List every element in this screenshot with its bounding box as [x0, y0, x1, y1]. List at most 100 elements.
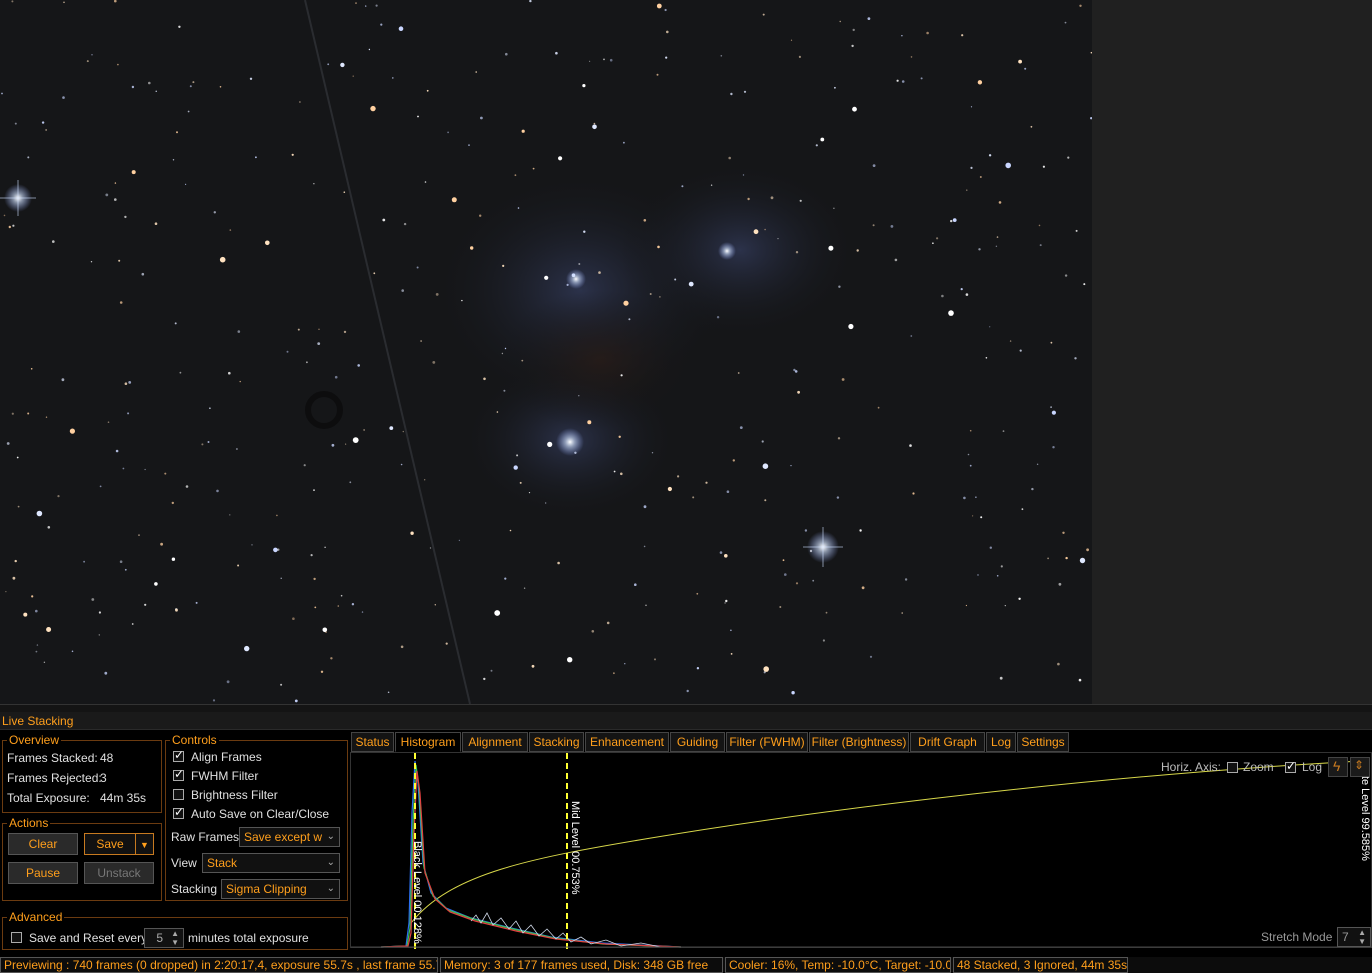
histogram-view[interactable]: Black Level 00.128% Mid Level 00.753% Wh… [350, 752, 1372, 949]
stack-preview-image[interactable] [0, 0, 1092, 704]
tab-drift-graph[interactable]: Drift Graph [910, 732, 985, 752]
star [429, 547, 432, 549]
star [798, 55, 802, 59]
tab-filter-fwhm[interactable]: Filter (FWHM) [726, 732, 808, 752]
star [1039, 244, 1042, 247]
star [969, 429, 972, 432]
star [762, 13, 765, 16]
star [237, 330, 241, 333]
tab-histogram[interactable]: Histogram [395, 732, 461, 752]
clear-button[interactable]: Clear [8, 833, 78, 855]
fwhm-filter-checkbox[interactable] [173, 767, 184, 781]
star [461, 299, 463, 302]
histogram-blue-channel [380, 760, 682, 948]
star [692, 496, 695, 499]
star [1074, 357, 1077, 360]
save-reset-checkbox[interactable] [11, 932, 22, 943]
star [852, 106, 857, 112]
stacking-select[interactable]: Sigma Clipping ⌄ [221, 879, 340, 899]
star [1051, 410, 1056, 415]
save-button[interactable]: Save [84, 833, 136, 855]
star [144, 468, 146, 471]
star [322, 627, 328, 633]
star [762, 463, 769, 470]
star [504, 577, 507, 580]
star [424, 479, 426, 481]
star [812, 579, 815, 582]
star [965, 604, 968, 607]
auto-save-checkbox[interactable] [173, 805, 184, 819]
star [382, 218, 386, 222]
star [276, 514, 278, 517]
overview-legend: Overview [9, 733, 60, 747]
star [799, 199, 802, 202]
star [416, 266, 419, 269]
align-frames-checkbox[interactable] [173, 748, 184, 762]
spinner-arrows-icon[interactable]: ▲ ▼ [1358, 928, 1366, 946]
tab-guiding[interactable]: Guiding [670, 732, 725, 752]
unstack-button[interactable]: Unstack [84, 862, 154, 884]
star [207, 441, 210, 443]
star [249, 77, 253, 81]
view-select[interactable]: Stack ⌄ [202, 853, 340, 873]
star [681, 185, 684, 188]
pause-button[interactable]: Pause [8, 862, 78, 884]
star [623, 141, 625, 144]
star [71, 650, 74, 653]
star [115, 449, 119, 453]
tab-log[interactable]: Log [986, 732, 1016, 752]
star [790, 465, 792, 467]
tab-alignment[interactable]: Alignment [462, 732, 528, 752]
save-dropdown-button[interactable]: ▼ [135, 833, 154, 855]
frames-rejected-value: 3 [100, 771, 107, 785]
star [187, 110, 190, 113]
frames-stacked-label: Frames Stacked: [7, 751, 98, 765]
stretch-mode-input[interactable]: 7 ▲ ▼ [1337, 927, 1371, 947]
stretch-settings-button[interactable]: ⇕ [1350, 757, 1370, 777]
star [654, 658, 656, 661]
star [62, 96, 65, 99]
tab-stacking[interactable]: Stacking [529, 732, 584, 752]
star [502, 264, 505, 267]
star [17, 505, 20, 508]
tab-status[interactable]: Status [351, 732, 394, 752]
star [528, 492, 531, 494]
star [1079, 4, 1082, 8]
star [91, 598, 95, 601]
star [47, 526, 51, 529]
star [519, 481, 522, 484]
star [160, 542, 164, 546]
star [531, 664, 535, 668]
raw-frames-select[interactable]: Save except w ⌄ [239, 827, 340, 847]
star [470, 246, 474, 250]
star [380, 23, 383, 26]
histogram-plot[interactable] [351, 753, 1372, 949]
star [57, 495, 60, 498]
star [216, 489, 219, 493]
star [970, 106, 973, 108]
tab-settings[interactable]: Settings [1017, 732, 1069, 752]
star [468, 144, 470, 147]
star [901, 80, 905, 83]
star [365, 5, 367, 7]
star [790, 39, 793, 41]
star [609, 58, 613, 62]
star [45, 129, 47, 131]
star [606, 621, 610, 625]
tab-filter-brightness[interactable]: Filter (Brightness) [809, 732, 909, 752]
spinner-arrows-icon[interactable]: ▲ ▼ [171, 929, 179, 947]
star [920, 77, 923, 80]
star [172, 159, 175, 161]
brightness-filter-checkbox[interactable] [173, 789, 184, 800]
star [400, 645, 404, 649]
star [828, 245, 834, 251]
star [490, 669, 493, 672]
tab-enhancement[interactable]: Enhancement [585, 732, 669, 752]
zoom-checkbox[interactable] [1227, 762, 1238, 773]
star [45, 416, 48, 418]
log-checkbox[interactable] [1285, 759, 1296, 773]
save-reset-interval-input[interactable]: 5 ▲ ▼ [144, 928, 184, 948]
auto-stretch-button[interactable]: ϟ [1328, 757, 1348, 777]
star [343, 330, 347, 334]
star [578, 263, 581, 265]
